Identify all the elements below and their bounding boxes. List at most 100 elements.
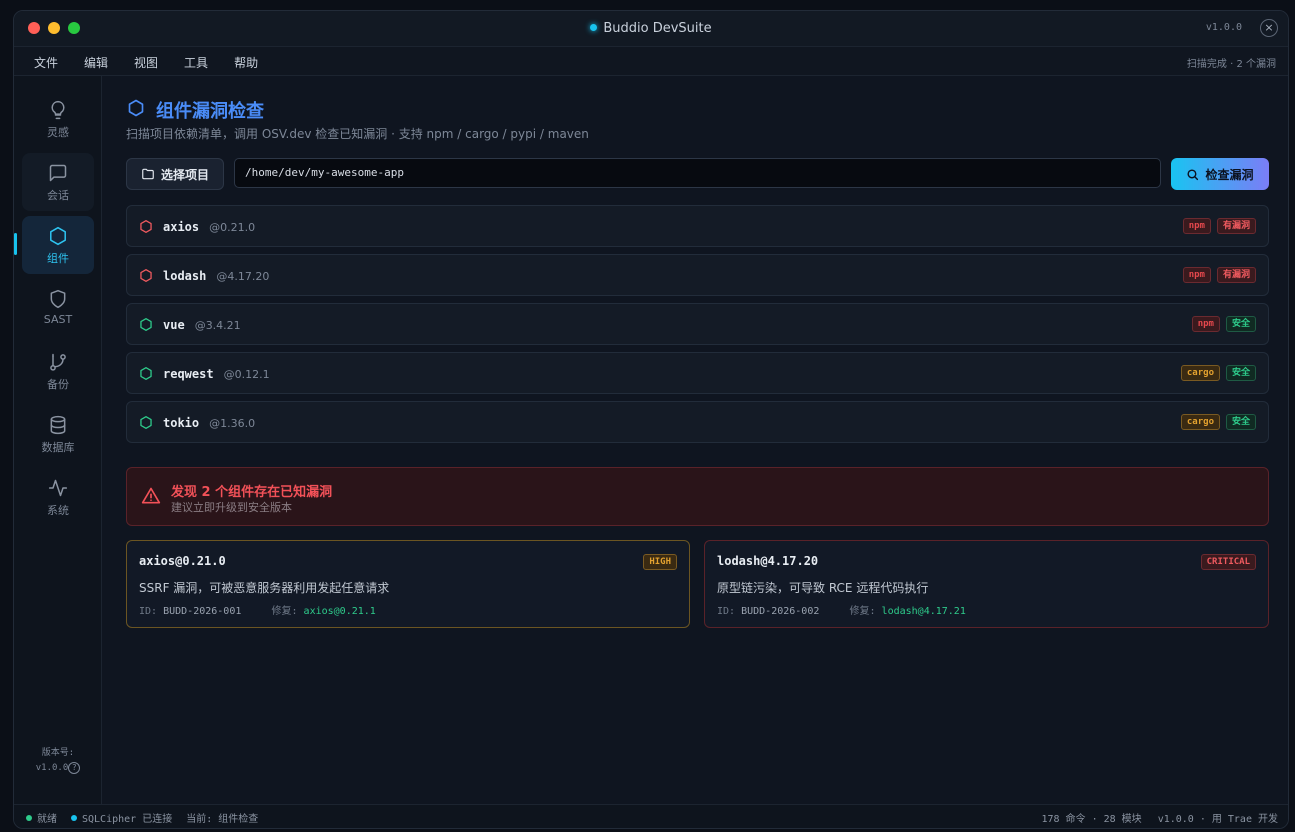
fix-version: axios@0.21.1 [303, 606, 376, 617]
project-path-input[interactable]: /home/dev/my-awesome-app [234, 158, 1161, 188]
warning-icon [141, 487, 161, 504]
sidebar-item-inspiration[interactable]: 灵感 [22, 90, 94, 148]
package-row[interactable]: axios @0.21.0 npm 有漏洞 [126, 205, 1269, 247]
version-label: 版本号: [41, 748, 75, 758]
menu-bar: 文件 编辑 视图 工具 帮助 扫描完成 · 2 个漏洞 [14, 47, 1288, 76]
sidebar-item-label: 会话 [47, 189, 69, 202]
fix-label: 修复: [271, 606, 298, 617]
vuln-description: 原型链污染，可导致 RCE 远程代码执行 [717, 581, 929, 595]
sidebar-item-sast[interactable]: SAST [22, 279, 94, 337]
menu-view[interactable]: 视图 [134, 54, 158, 71]
sidebar-item-system[interactable]: 系统 [22, 468, 94, 526]
sidebar: 灵感 会话 组件 SAST 备份 数据库 系统 版本号: v1.0.0? [14, 76, 102, 804]
app-title-text: Buddio DevSuite [603, 21, 712, 36]
check-vulns-label: 检查漏洞 [1205, 167, 1254, 182]
safe-hexagon-icon [140, 318, 152, 331]
sidebar-item-label: 备份 [47, 378, 69, 391]
id-label: ID: [139, 606, 158, 617]
select-project-button[interactable]: 选择项目 [126, 158, 224, 190]
shield-icon [50, 289, 66, 309]
database-icon [50, 415, 66, 435]
package-row[interactable]: tokio @1.36.0 cargo 安全 [126, 401, 1269, 443]
status-credit: v1.0.0 · 用 Trae 开发 [1157, 814, 1278, 825]
status-db: SQLCipher 已连接 [71, 810, 172, 825]
page-subtitle: 扫描项目依赖清单，调用 OSV.dev 检查已知漏洞 · 支持 npm / ca… [126, 127, 589, 141]
alert-subtitle: 建议立即升级到安全版本 [171, 501, 292, 514]
fix-label: 修复: [849, 606, 876, 617]
ecosystem-badge: cargo [1180, 414, 1220, 430]
activity-icon [48, 479, 68, 497]
package-version: @0.21.0 [209, 221, 256, 234]
menu-tools[interactable]: 工具 [184, 54, 208, 71]
close-icon[interactable]: × [1260, 19, 1278, 37]
menu-edit[interactable]: 编辑 [84, 54, 108, 71]
package-row[interactable]: vue @3.4.21 npm 安全 [126, 303, 1269, 345]
branch-icon [50, 353, 66, 371]
id-label: ID: [717, 606, 736, 617]
status-badge: 安全 [1225, 316, 1256, 332]
app-window: Buddio DevSuite v1.0.0 × 文件 编辑 视图 工具 帮助 … [13, 10, 1289, 829]
select-project-label: 选择项目 [160, 167, 209, 182]
alert-title: 发现 2 个组件存在已知漏洞 [171, 485, 333, 500]
package-name: tokio [163, 416, 200, 430]
vuln-card[interactable]: lodash@4.17.20 CRITICAL 原型链污染，可导致 RCE 远程… [704, 540, 1269, 628]
package-version: @1.36.0 [209, 417, 256, 430]
package-name: axios [163, 220, 200, 234]
titlebar-version: v1.0.0 [1205, 22, 1242, 33]
db-dot-icon [71, 815, 77, 821]
app-title: Buddio DevSuite [14, 21, 1288, 36]
sidebar-item-chat[interactable]: 会话 [22, 153, 94, 211]
vulnerable-hexagon-icon [140, 220, 152, 233]
status-badge: 安全 [1225, 414, 1256, 430]
sidebar-item-database[interactable]: 数据库 [22, 405, 94, 463]
ecosystem-badge: npm [1182, 218, 1211, 234]
package-row[interactable]: reqwest @0.12.1 cargo 安全 [126, 352, 1269, 394]
help-icon[interactable]: ? [68, 762, 81, 774]
lightbulb-icon [51, 100, 65, 120]
safe-hexagon-icon [140, 416, 152, 429]
menu-file[interactable]: 文件 [34, 54, 58, 71]
chat-icon [49, 164, 67, 182]
vuln-id: BUDD-2026-001 [163, 606, 242, 617]
vulnerable-hexagon-icon [140, 269, 152, 282]
sidebar-item-label: SAST [43, 313, 73, 326]
vuln-description: SSRF 漏洞，可被恶意服务器利用发起任意请求 [139, 581, 390, 595]
fix-version: lodash@4.17.21 [881, 606, 966, 617]
vuln-id: BUDD-2026-002 [741, 606, 820, 617]
ready-dot-icon [26, 815, 32, 821]
sidebar-version: 版本号: v1.0.0? [14, 746, 102, 776]
status-ready-text: 就绪 [37, 814, 57, 825]
hexagon-icon [50, 226, 66, 246]
package-version: @0.12.1 [223, 368, 270, 381]
ecosystem-badge: npm [1191, 316, 1220, 332]
sidebar-item-label: 系统 [47, 504, 69, 517]
status-current: 当前: 组件检查 [186, 814, 259, 825]
status-badge: 安全 [1225, 365, 1256, 381]
severity-badge: HIGH [643, 554, 677, 570]
sidebar-item-label: 组件 [47, 252, 69, 265]
active-indicator [14, 233, 17, 255]
vuln-alert: 发现 2 个组件存在已知漏洞 建议立即升级到安全版本 [126, 467, 1269, 526]
vuln-card-title: lodash@4.17.20 [717, 554, 819, 568]
status-dot-icon [590, 24, 598, 31]
status-ready: 就绪 [26, 810, 57, 825]
menu-help[interactable]: 帮助 [234, 54, 258, 71]
status-commands: 178 命令 · 28 模块 [1041, 814, 1142, 825]
sidebar-item-backup[interactable]: 备份 [22, 342, 94, 400]
page-title: 组件漏洞检查 [156, 101, 264, 122]
package-row[interactable]: lodash @4.17.20 npm 有漏洞 [126, 254, 1269, 296]
scan-status: 扫描完成 · 2 个漏洞 [1186, 59, 1276, 70]
check-vulns-button[interactable]: 检查漏洞 [1171, 158, 1269, 190]
sidebar-item-label: 数据库 [41, 441, 75, 454]
package-name: vue [163, 318, 185, 332]
safe-hexagon-icon [140, 367, 152, 380]
title-bar: Buddio DevSuite v1.0.0 × [14, 11, 1288, 47]
ecosystem-badge: npm [1182, 267, 1211, 283]
status-badge: 有漏洞 [1216, 218, 1256, 234]
sidebar-item-components[interactable]: 组件 [22, 216, 94, 274]
vuln-card[interactable]: axios@0.21.0 HIGH SSRF 漏洞，可被恶意服务器利用发起任意请… [126, 540, 690, 628]
ecosystem-badge: cargo [1180, 365, 1220, 381]
vuln-meta: ID: BUDD-2026-002 修复: lodash@4.17.21 [717, 602, 966, 617]
main-content: 组件漏洞检查 扫描项目依赖清单，调用 OSV.dev 检查已知漏洞 · 支持 n… [103, 76, 1288, 804]
package-version: @3.4.21 [194, 319, 241, 332]
